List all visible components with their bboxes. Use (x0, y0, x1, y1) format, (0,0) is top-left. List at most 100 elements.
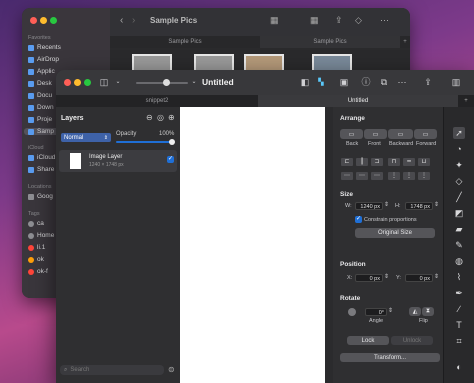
tab-snippet2[interactable]: snippet2 (56, 95, 258, 107)
tag-icon[interactable]: ◇ (355, 15, 362, 26)
transform-button[interactable]: Transform... (340, 353, 440, 362)
new-tab-icon[interactable]: + (400, 36, 410, 48)
distribute-v-icon[interactable]: ⋮ (388, 172, 400, 180)
chevron-down-icon[interactable]: ⌄ (112, 77, 124, 88)
y-field[interactable]: 0 px (405, 274, 433, 282)
flip-vertical-icon[interactable]: ⧗ (422, 307, 434, 316)
finder-tab-1[interactable]: Sample Pics (110, 36, 260, 48)
forward-button[interactable]: ▭ (414, 129, 437, 139)
sidebar-item-downloads[interactable]: Down (28, 104, 54, 111)
info-icon[interactable]: ⓘ (360, 77, 372, 88)
sidebar-item-google[interactable]: Goog (28, 193, 53, 200)
close-button[interactable] (64, 79, 71, 86)
pointer-tool-icon[interactable]: ➚ (453, 127, 465, 139)
close-button[interactable] (30, 17, 37, 24)
zoom-slider-knob[interactable] (163, 79, 170, 86)
tag-item[interactable]: li.1 (28, 244, 45, 251)
distribute-h3-icon[interactable]: ⋯ (371, 172, 383, 180)
canvas[interactable] (180, 107, 325, 383)
selection-tool-icon[interactable]: ◇ (453, 175, 465, 187)
stepper-icon[interactable]: ⇕ (434, 201, 439, 208)
forward-arrow-icon[interactable]: › (132, 15, 135, 26)
layers-stack-icon[interactable]: ◎ (157, 113, 164, 122)
lock-button[interactable]: Lock (347, 336, 389, 345)
sidebar-item-projects[interactable]: Proje (28, 116, 52, 123)
width-field[interactable]: 1240 px (355, 202, 383, 210)
align-left-icon[interactable]: ⊏ (341, 158, 353, 166)
layer-row[interactable]: Image Layer 1240 × 1748 px ✓ (59, 150, 177, 172)
filter-icon[interactable]: ⊜ (168, 365, 175, 374)
align-center-icon[interactable]: ┃ (356, 158, 368, 166)
sidebar-item-applications[interactable]: Applic (28, 68, 55, 75)
layer-visibility-checkbox[interactable]: ✓ (167, 156, 174, 163)
sidebar-toggle-icon[interactable]: ◫ (98, 77, 110, 88)
chevron-down-icon[interactable]: ⌄ (188, 77, 200, 88)
text-tool-icon[interactable]: T (453, 319, 465, 331)
stepper-icon[interactable]: ⇕ (384, 273, 389, 280)
zoom-button[interactable] (50, 17, 57, 24)
stepper-icon[interactable]: ⇕ (434, 273, 439, 280)
constrain-checkbox[interactable]: ✓ (355, 216, 362, 223)
share-icon[interactable]: ⇪ (335, 15, 343, 26)
finder-tab-2[interactable]: Sample Pics (260, 36, 400, 48)
distribute-h-icon[interactable]: ⋯ (341, 172, 353, 180)
opacity-slider-knob[interactable] (169, 139, 175, 145)
line-tool-icon[interactable]: ∕ (453, 303, 465, 315)
sidebar-item-shared[interactable]: Share (28, 166, 54, 173)
backward-button[interactable]: ▭ (388, 129, 413, 139)
height-field[interactable]: 1748 px (405, 202, 433, 210)
eraser-tool-icon[interactable]: ▰ (453, 223, 465, 235)
sidebar-item-recents[interactable]: Recents (28, 44, 61, 51)
x-field[interactable]: 0 px (355, 274, 383, 282)
fill-tool-icon[interactable]: ◍ (453, 255, 465, 267)
crop-tool-icon[interactable]: ◔ (453, 143, 465, 155)
sidebar-item-documents[interactable]: Docu (28, 92, 52, 99)
tag-item[interactable]: ok (28, 256, 44, 263)
gradient-tool-icon[interactable]: ◩ (453, 207, 465, 219)
more-icon[interactable]: ⋯ (380, 15, 389, 26)
align-bottom-icon[interactable]: ⊔ (418, 158, 430, 166)
distribute-h2-icon[interactable]: ⋯ (356, 172, 368, 180)
sidebar-item-icloud[interactable]: iCloud (28, 154, 55, 161)
share-icon[interactable]: ⇪ (422, 77, 434, 88)
zoom-slider[interactable] (136, 79, 188, 86)
brush-tool-icon[interactable]: ╱ (453, 191, 465, 203)
duplicate-icon[interactable]: ⧉ (378, 77, 390, 88)
tag-item[interactable]: Home (28, 232, 54, 239)
tag-item[interactable]: ok-f (28, 268, 48, 275)
rotate-dial[interactable] (348, 308, 356, 316)
layer-search-field[interactable]: ⌕ Search (60, 365, 164, 375)
opacity-slider[interactable] (116, 139, 175, 145)
unlock-button[interactable]: Unlock (391, 336, 433, 345)
blend-mode-select[interactable]: Normal ⇕ (61, 133, 111, 142)
zoom-button[interactable] (84, 79, 91, 86)
clone-tool-icon[interactable]: ✎ (453, 239, 465, 251)
angle-field[interactable]: 0° (365, 308, 387, 316)
pen-tool-icon[interactable]: ✒ (453, 287, 465, 299)
color-palette-icon[interactable]: ▚ (315, 77, 327, 88)
align-top-icon[interactable]: ⊓ (388, 158, 400, 166)
more-options-icon[interactable]: ⋯ (396, 77, 408, 88)
back-button[interactable]: ▭ (340, 129, 363, 139)
stepper-icon[interactable]: ⇕ (384, 201, 389, 208)
magic-wand-icon[interactable]: ✦ (453, 159, 465, 171)
sidebar-item-desktop[interactable]: Desk (28, 80, 52, 87)
front-button[interactable]: ▭ (364, 129, 387, 139)
group-icon[interactable]: ▦ (310, 15, 319, 26)
distribute-v3-icon[interactable]: ⋮ (418, 172, 430, 180)
new-tab-icon[interactable]: + (458, 95, 474, 107)
sidebar-item-airdrop[interactable]: AirDrop (28, 56, 59, 63)
remove-layer-icon[interactable]: ⊖ (146, 113, 153, 122)
align-right-icon[interactable]: ⊐ (371, 158, 383, 166)
shapes-icon[interactable]: ◧ (299, 77, 311, 88)
back-arrow-icon[interactable]: ‹ (120, 15, 123, 26)
grid-view-icon[interactable]: ▦ (270, 15, 279, 26)
add-layer-icon[interactable]: ⊕ (168, 113, 175, 122)
tab-untitled[interactable]: Untitled (258, 95, 458, 107)
color-swatch-icon[interactable]: ◐ (453, 361, 465, 373)
crop-frame-icon[interactable]: ⌗ (453, 335, 465, 347)
image-icon[interactable]: ▣ (338, 77, 350, 88)
minimize-button[interactable] (74, 79, 81, 86)
minimize-button[interactable] (40, 17, 47, 24)
flip-horizontal-icon[interactable]: ◭ (409, 307, 421, 316)
